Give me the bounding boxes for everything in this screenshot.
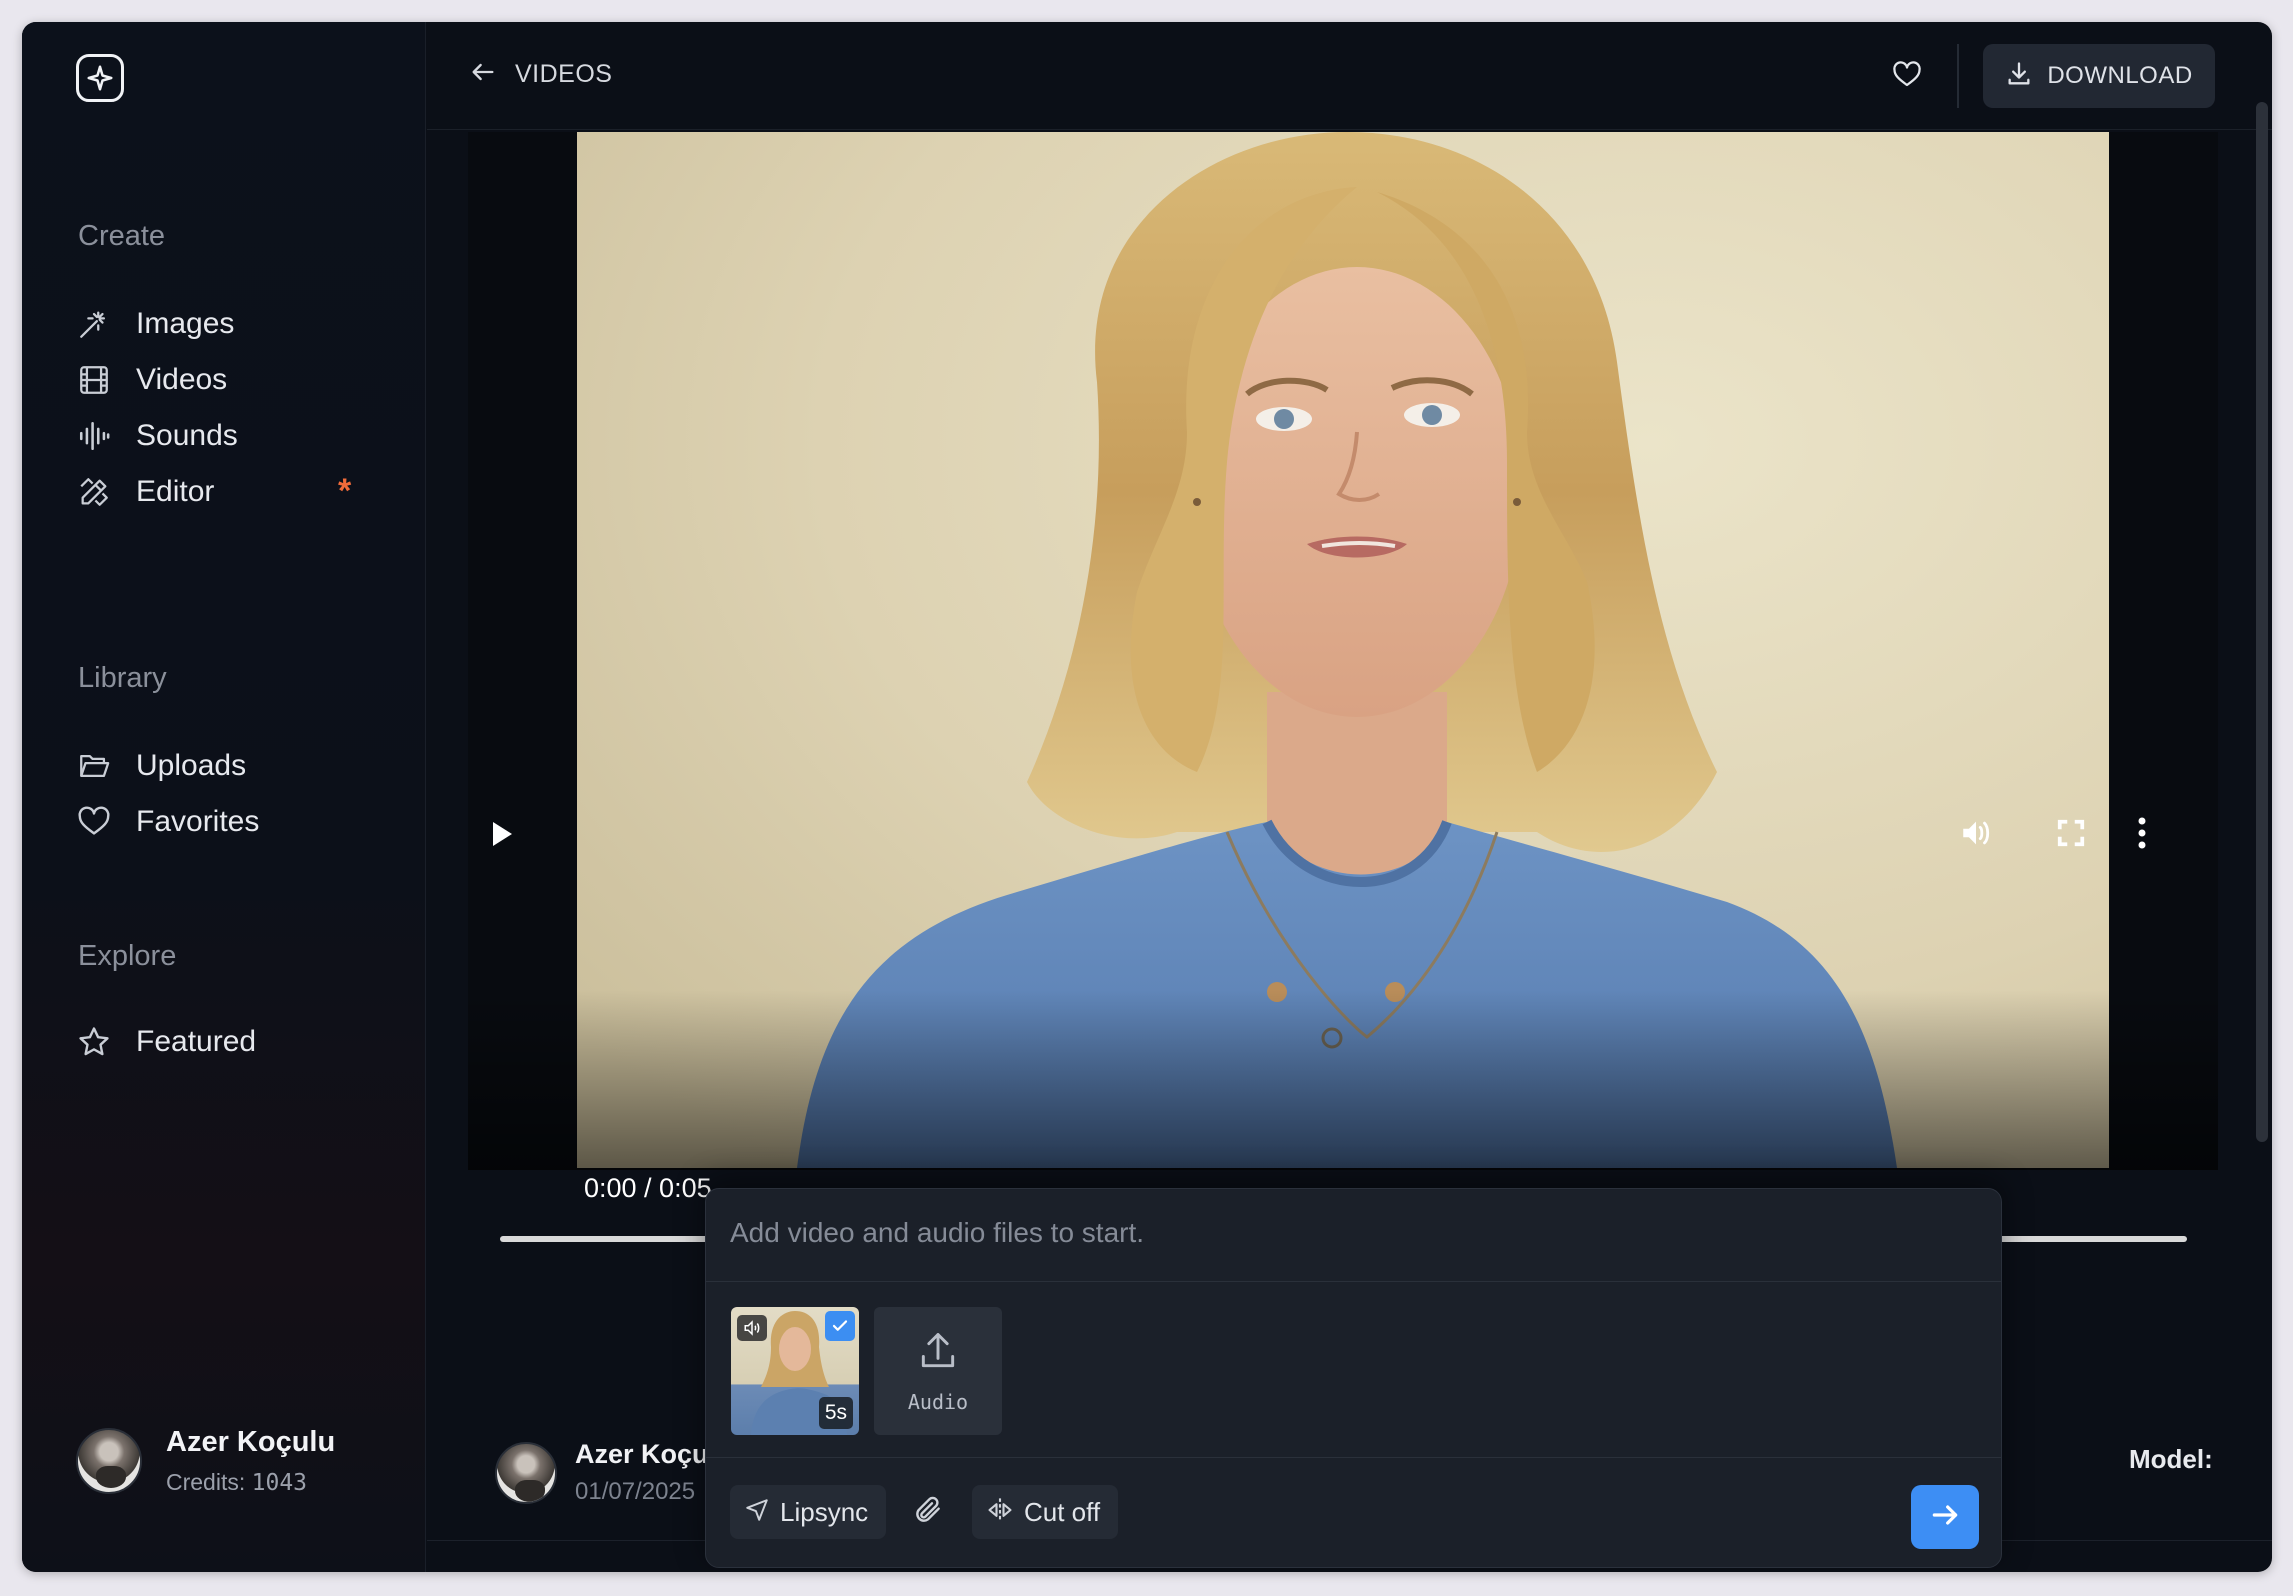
pencil-ruler-icon xyxy=(76,474,112,510)
sidebar-item-videos[interactable]: Videos xyxy=(76,352,386,408)
app-window: Create Images Videos Sounds Editor * Lib… xyxy=(22,22,2272,1572)
prompt-panel: 5s Audio Lipsync xyxy=(705,1188,2002,1568)
panel-divider xyxy=(706,1281,2001,1282)
sidebar-item-favorites[interactable]: Favorites xyxy=(76,794,386,850)
upload-icon xyxy=(916,1329,960,1378)
download-icon xyxy=(2005,60,2033,93)
sidebar-item-label: Videos xyxy=(136,363,228,396)
audio-wave-icon xyxy=(76,418,112,454)
magic-wand-icon xyxy=(76,306,112,342)
section-library: Library xyxy=(78,662,167,694)
author-info[interactable]: Azer Koçulu 01/07/2025 xyxy=(495,1439,733,1506)
credits-value: 1043 xyxy=(251,1470,308,1496)
header-divider xyxy=(1957,44,1959,108)
scrollbar-thumb[interactable] xyxy=(2256,102,2268,1142)
heart-icon xyxy=(1892,60,1922,95)
prompt-input[interactable] xyxy=(730,1211,1970,1255)
sidebar-item-images[interactable]: Images xyxy=(76,296,386,352)
sidebar-item-featured[interactable]: Featured xyxy=(76,1014,386,1070)
arrow-right-icon xyxy=(1929,1499,1961,1536)
more-vertical-icon xyxy=(2136,817,2148,854)
folder-open-icon xyxy=(76,748,112,784)
fullscreen-button[interactable] xyxy=(2056,818,2086,853)
avatar xyxy=(76,1428,142,1494)
favorite-button[interactable] xyxy=(1887,57,1927,97)
panel-divider xyxy=(706,1457,2001,1458)
new-badge: * xyxy=(338,472,352,510)
scrollbar[interactable] xyxy=(2256,102,2268,1152)
fullscreen-icon xyxy=(2056,819,2086,852)
download-button[interactable]: DOWNLOAD xyxy=(1983,44,2215,108)
volume-icon xyxy=(1958,821,1994,854)
sidebar-item-uploads[interactable]: Uploads xyxy=(76,738,386,794)
sidebar-item-label: Featured xyxy=(136,1025,257,1058)
cut-off-label: Cut off xyxy=(1024,1496,1101,1527)
app-logo-icon[interactable] xyxy=(76,54,124,102)
user-credits: Credits: 1043 xyxy=(166,1469,335,1496)
controls-gradient xyxy=(468,990,2218,1170)
sidebar-item-label: Uploads xyxy=(136,749,247,782)
sidebar-item-label: Favorites xyxy=(136,805,260,838)
more-options-button[interactable] xyxy=(2136,816,2148,855)
user-name: Azer Koçulu xyxy=(166,1426,336,1458)
submit-button[interactable] xyxy=(1911,1485,1979,1549)
lipsync-button[interactable]: Lipsync xyxy=(730,1485,887,1539)
attach-button[interactable] xyxy=(908,1492,948,1532)
time-display: 0:00 / 0:05 xyxy=(584,1173,712,1203)
sidebar-item-sounds[interactable]: Sounds xyxy=(76,408,386,464)
download-label: DOWNLOAD xyxy=(2047,62,2193,89)
heart-icon xyxy=(76,804,112,840)
play-icon xyxy=(490,822,514,852)
back-label: VIDEOS xyxy=(515,60,613,88)
play-button[interactable] xyxy=(490,820,514,853)
credits-label: Credits: xyxy=(166,1469,246,1495)
video-thumbnail[interactable]: 5s xyxy=(731,1307,859,1435)
audio-upload-button[interactable]: Audio xyxy=(874,1307,1002,1435)
video-player[interactable] xyxy=(468,132,2218,1170)
section-create: Create xyxy=(78,220,166,252)
sidebar-item-label: Images xyxy=(136,307,235,340)
send-arrow-icon xyxy=(744,1497,770,1528)
top-bar: VIDEOS DOWNLOAD xyxy=(427,22,2272,130)
section-explore: Explore xyxy=(78,940,177,972)
sidebar-item-label: Editor xyxy=(136,475,215,508)
arrow-left-icon xyxy=(469,58,497,91)
back-button[interactable]: VIDEOS xyxy=(469,58,612,91)
speaker-icon xyxy=(737,1315,767,1341)
audio-upload-label: Audio xyxy=(907,1389,969,1414)
film-icon xyxy=(76,362,112,398)
avatar xyxy=(495,1441,557,1504)
selected-check-icon[interactable] xyxy=(825,1311,855,1341)
volume-button[interactable] xyxy=(1958,816,1994,855)
split-icon xyxy=(986,1496,1014,1529)
paperclip-icon xyxy=(912,1494,944,1531)
sidebar-item-label: Sounds xyxy=(136,419,238,452)
lipsync-label: Lipsync xyxy=(780,1496,869,1527)
duration-badge: 5s xyxy=(818,1397,853,1429)
sidebar: Create Images Videos Sounds Editor * Lib… xyxy=(22,22,426,1572)
user-profile[interactable]: Azer Koçulu Credits: 1043 xyxy=(76,1426,335,1496)
model-label: Model: xyxy=(2129,1444,2213,1474)
cut-off-button[interactable]: Cut off xyxy=(972,1485,1119,1539)
star-icon xyxy=(76,1024,112,1060)
